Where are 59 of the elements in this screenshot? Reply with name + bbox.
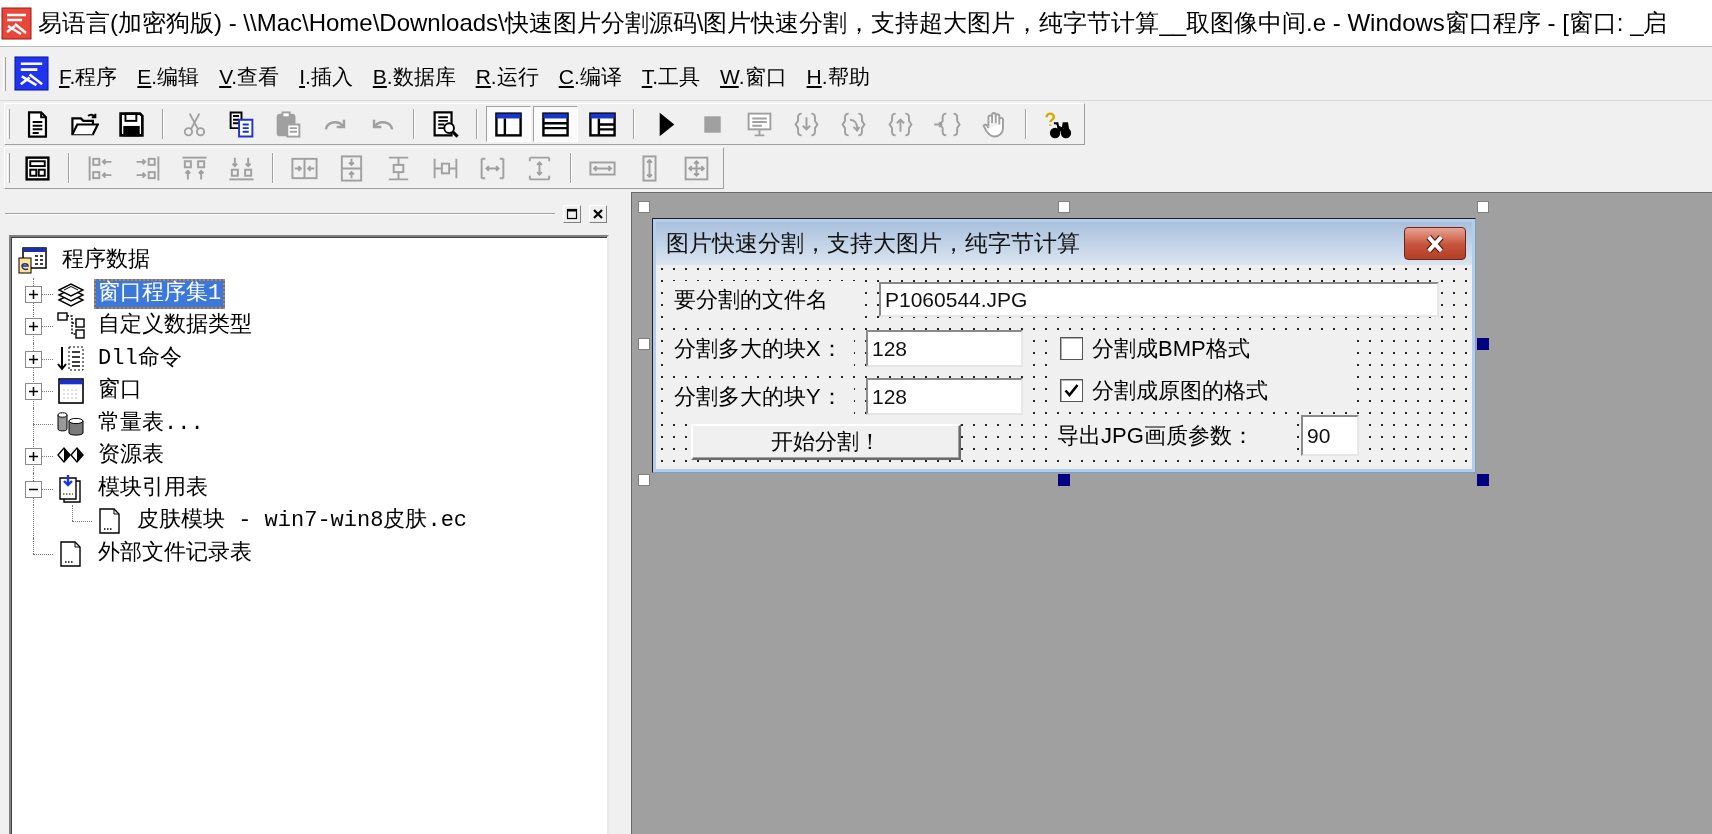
tree-item[interactable]: 皮肤模块 - win7-win8皮肤.ec bbox=[133, 506, 472, 537]
menu-item[interactable]: E.编辑 bbox=[127, 56, 210, 91]
resize-handle[interactable] bbox=[1477, 474, 1489, 486]
resize-handle[interactable] bbox=[1477, 337, 1489, 350]
text-field[interactable]: 90 bbox=[1301, 415, 1359, 456]
pane-grid-icon[interactable] bbox=[588, 109, 617, 139]
menu-item[interactable]: T.工具 bbox=[631, 56, 711, 91]
window-icon bbox=[56, 376, 86, 407]
form-layout-icon[interactable] bbox=[23, 153, 52, 183]
tree-item[interactable]: 模块引用表 bbox=[94, 473, 212, 504]
linked-boxes-icon bbox=[56, 311, 86, 342]
documents-icon[interactable] bbox=[227, 109, 256, 139]
checkbox[interactable] bbox=[1060, 337, 1083, 360]
collapse-icon[interactable] bbox=[25, 480, 42, 498]
checkbox[interactable] bbox=[1060, 379, 1083, 402]
menu-item[interactable]: H.帮助 bbox=[796, 56, 880, 91]
tree-item[interactable]: 常量表... bbox=[94, 408, 208, 439]
text-field[interactable]: 128 bbox=[866, 378, 1023, 415]
text-field[interactable]: P1060544.JPG bbox=[879, 282, 1439, 317]
menu-item[interactable]: I.插入 bbox=[289, 56, 363, 91]
toolbar-button[interactable] bbox=[533, 106, 578, 142]
expand-icon[interactable] bbox=[25, 318, 42, 336]
menu-item[interactable]: F.程序 bbox=[49, 56, 128, 91]
menu-item[interactable]: B.数据库 bbox=[362, 56, 466, 91]
page-magnifier-icon[interactable] bbox=[431, 109, 460, 139]
resize-handle[interactable] bbox=[1057, 474, 1070, 486]
text-field[interactable]: 128 bbox=[866, 330, 1023, 367]
menu-item[interactable]: R.运行 bbox=[465, 56, 549, 91]
expand-icon[interactable] bbox=[25, 285, 42, 303]
arrow-list-icon bbox=[56, 343, 86, 374]
tree-item[interactable]: 程序数据 bbox=[58, 246, 154, 277]
binoculars-icon[interactable] bbox=[1043, 109, 1072, 139]
resize-handle[interactable] bbox=[638, 201, 650, 213]
tree-item[interactable]: 自定义数据类型 bbox=[94, 311, 256, 342]
tree-item[interactable]: Dll命令 bbox=[94, 343, 186, 374]
resize-handle[interactable] bbox=[638, 474, 650, 486]
expand-icon[interactable] bbox=[25, 350, 42, 368]
expand-icon[interactable] bbox=[25, 383, 42, 401]
pane-left-icon[interactable] bbox=[494, 109, 523, 139]
expand-icon[interactable] bbox=[25, 448, 42, 466]
window-grid-icon bbox=[18, 246, 48, 277]
tree-item[interactable]: 窗口 bbox=[94, 376, 146, 407]
tree-item[interactable]: 外部文件记录表 bbox=[94, 538, 256, 569]
tree-item[interactable]: 窗口程序集1 bbox=[94, 278, 226, 309]
resize-handle[interactable] bbox=[1057, 201, 1070, 213]
checkmark-icon bbox=[1064, 384, 1079, 397]
pane-bottom-icon[interactable] bbox=[541, 109, 570, 139]
menu-item[interactable]: C.编译 bbox=[548, 56, 632, 91]
form-title: 图片快速分割，支持大图片，纯字节计算 bbox=[666, 229, 1080, 258]
window-title: 易语言(加密狗版) - \\Mac\Home\Downloads\快速图片分割源码\图片快速分割，支持超大图片，纯字节计算__取图像中间.e - Windows窗口程序 - [窗口: _启 bbox=[38, 8, 1668, 38]
close-button[interactable] bbox=[1404, 227, 1466, 260]
app-logo-icon bbox=[14, 56, 49, 91]
resize-handle[interactable] bbox=[638, 337, 650, 350]
toolbar-button[interactable] bbox=[486, 106, 531, 142]
menu-item[interactable]: V.查看 bbox=[209, 56, 290, 91]
tree-item[interactable]: 资源表 bbox=[94, 441, 168, 472]
action-button[interactable]: 开始分割！ bbox=[691, 424, 961, 460]
resize-handle[interactable] bbox=[1477, 201, 1489, 213]
menu-item[interactable]: W.窗口 bbox=[710, 56, 797, 91]
